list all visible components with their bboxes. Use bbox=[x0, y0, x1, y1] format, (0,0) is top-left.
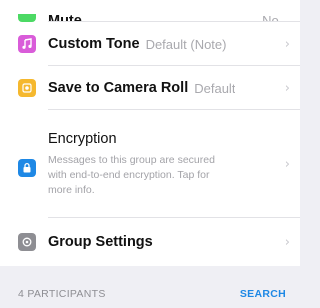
chevron-right-icon: › bbox=[284, 36, 290, 52]
encryption-label: Encryption bbox=[48, 130, 117, 147]
mute-row[interactable]: Mute No › bbox=[0, 0, 300, 22]
sun-icon bbox=[18, 79, 36, 97]
encryption-description: Messages to this group are secured with … bbox=[48, 153, 215, 196]
music-note-icon bbox=[18, 35, 36, 53]
chevron-right-icon: › bbox=[284, 80, 290, 96]
participants-header: 4 PARTICIPANTS SEARCH bbox=[0, 266, 300, 308]
custom-tone-row[interactable]: Custom Tone Default (Note) › bbox=[0, 22, 300, 66]
chevron-right-icon: › bbox=[284, 234, 290, 250]
participants-count-label: 4 PARTICIPANTS bbox=[18, 288, 106, 300]
save-to-camera-roll-content: Save to Camera Roll Default bbox=[48, 80, 279, 96]
speaker-icon bbox=[18, 14, 36, 22]
save-to-camera-roll-row[interactable]: Save to Camera Roll Default › bbox=[0, 66, 300, 110]
gear-icon bbox=[18, 233, 36, 251]
group-settings-label: Group Settings bbox=[48, 234, 153, 250]
save-to-camera-roll-label: Save to Camera Roll bbox=[48, 80, 189, 96]
search-participants-button[interactable]: SEARCH bbox=[240, 288, 286, 300]
lock-icon bbox=[18, 159, 36, 177]
chat-settings-list: Mute No › Custom Tone Default (Note) › bbox=[0, 0, 300, 266]
custom-tone-content: Custom Tone Default (Note) bbox=[48, 36, 279, 52]
custom-tone-label: Custom Tone bbox=[48, 36, 140, 52]
group-settings-content: Group Settings bbox=[48, 234, 279, 250]
encryption-content: Encryption Messages to this group are se… bbox=[48, 131, 279, 198]
encryption-row[interactable]: Encryption Messages to this group are se… bbox=[0, 110, 300, 218]
chevron-right-icon: › bbox=[284, 156, 290, 172]
save-to-camera-roll-value: Default bbox=[194, 80, 236, 96]
custom-tone-value: Default (Note) bbox=[145, 36, 227, 52]
group-settings-row[interactable]: Group Settings › bbox=[0, 218, 300, 266]
